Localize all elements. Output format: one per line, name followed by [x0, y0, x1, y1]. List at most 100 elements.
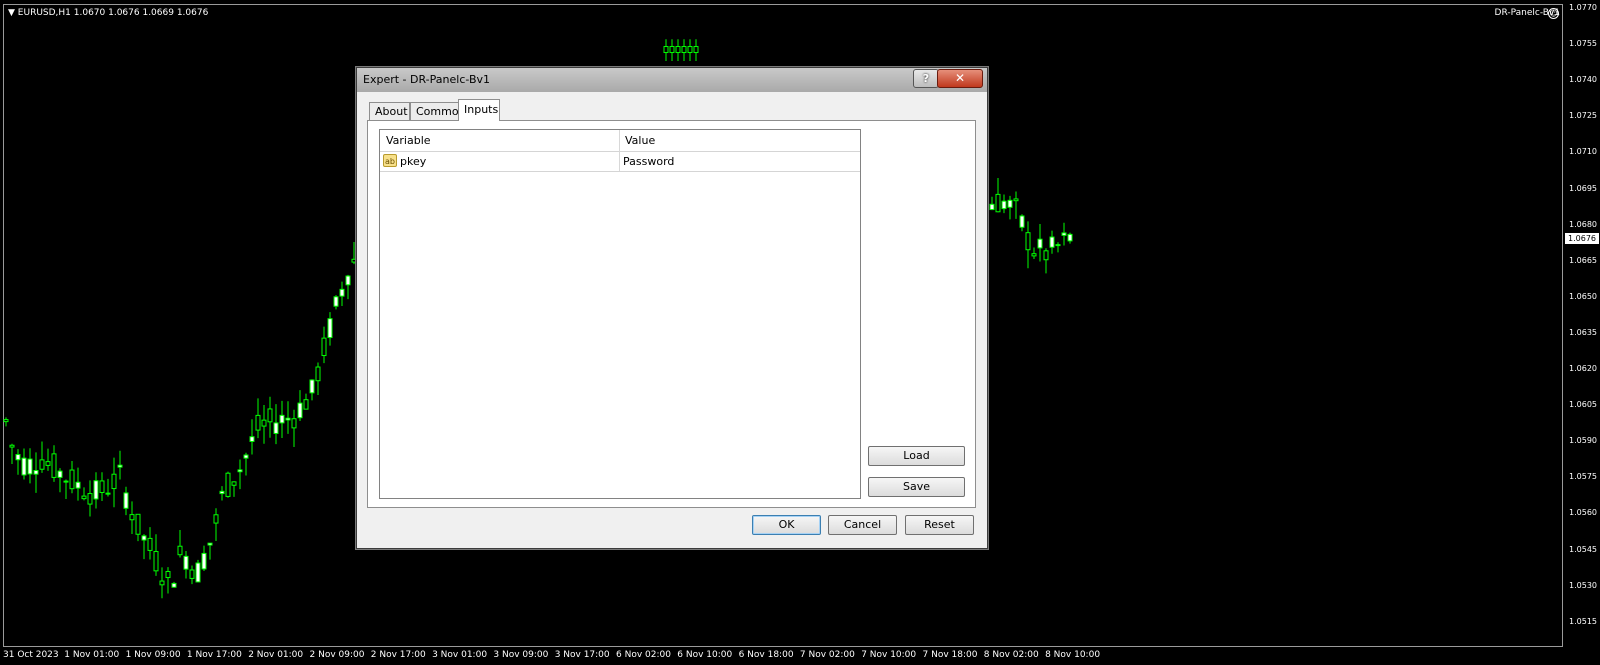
load-button[interactable]: Load — [868, 446, 965, 466]
price-tick-label: 1.0605 — [1569, 400, 1597, 410]
candle-body — [687, 46, 693, 54]
candle-body — [1055, 244, 1061, 247]
price-tick-label: 1.0755 — [1569, 39, 1597, 49]
price-axis: 1.0770 1.0755 1.0740 1.0725 1.0710 1.0695 1.06… — [1566, 0, 1600, 665]
candle-body — [285, 417, 291, 421]
candle-body — [669, 46, 675, 54]
time-tick-label: 7 Nov 02:00 — [799, 650, 855, 660]
candle-body — [675, 46, 681, 54]
candle-body — [15, 454, 21, 461]
price-tick-label: 1.0695 — [1569, 183, 1597, 193]
price-tick-label: 1.0620 — [1569, 364, 1597, 373]
ok-button[interactable]: OK — [752, 515, 821, 535]
reset-button[interactable]: Reset — [905, 515, 974, 535]
candle-body — [297, 402, 303, 419]
time-tick-label: 6 Nov 18:00 — [738, 650, 794, 660]
candle-body — [1061, 232, 1067, 236]
time-tick-label: 8 Nov 02:00 — [983, 650, 1039, 660]
inputs-grid[interactable]: Variable Value ab pkey Password — [379, 129, 861, 499]
candle-body — [135, 513, 141, 535]
candle-body — [219, 490, 225, 495]
candle-body — [39, 459, 45, 470]
expert-properties-dialog: Expert - DR-Panelc-Bv1 ? ✕ About Common … — [356, 67, 988, 549]
symbol-info-text: EURUSD,H1 1.0670 1.0676 1.0669 1.0676 — [17, 8, 209, 18]
dialog-titlebar[interactable]: Expert - DR-Panelc-Bv1 ? ✕ — [357, 68, 987, 92]
candle-body — [33, 470, 39, 475]
time-tick-label: 3 Nov 09:00 — [493, 650, 549, 660]
candle-body — [141, 535, 147, 541]
current-price-label: 1.0676 — [1565, 233, 1599, 244]
dialog-title: Expert - DR-Panelc-Bv1 — [363, 73, 490, 86]
time-tick-label: 1 Nov 17:00 — [186, 650, 242, 660]
candle-body — [99, 480, 105, 493]
candle-body — [995, 193, 1001, 213]
candle-body — [339, 288, 345, 297]
candle-body — [309, 379, 315, 394]
close-icon: ✕ — [954, 71, 966, 85]
time-tick-label: 3 Nov 17:00 — [554, 650, 610, 660]
candle-body — [117, 464, 123, 468]
candle-body — [81, 495, 87, 500]
value-cell[interactable]: Password — [623, 155, 674, 168]
save-button[interactable]: Save — [868, 477, 965, 497]
candle-body — [273, 422, 279, 434]
candle-body — [45, 461, 51, 466]
candle-body — [693, 46, 699, 54]
candle-body — [1043, 250, 1049, 261]
candle-body — [1037, 238, 1043, 249]
candle-body — [327, 318, 333, 339]
candle-body — [207, 542, 213, 546]
candle-body — [147, 537, 153, 551]
time-tick-label: 3 Nov 01:00 — [432, 650, 488, 660]
candle-body — [1049, 236, 1055, 248]
time-tick-label: 1 Nov 09:00 — [125, 650, 181, 660]
candle-body — [345, 275, 351, 286]
candle-body — [267, 408, 273, 423]
column-header-variable[interactable]: Variable — [386, 134, 431, 147]
table-row[interactable]: ab pkey Password — [380, 152, 860, 172]
time-tick-label: 7 Nov 10:00 — [861, 650, 917, 660]
help-button[interactable]: ? — [913, 69, 939, 88]
tab-common[interactable]: Common — [410, 102, 466, 120]
ea-smiley-icon[interactable]: ☺ — [1548, 8, 1559, 19]
candle-body — [291, 418, 297, 429]
candle-body — [21, 457, 27, 476]
candle-body — [93, 480, 99, 500]
candle-body — [3, 419, 9, 423]
candle-body — [63, 480, 69, 483]
chart-menu-triangle-icon[interactable]: ▼ — [8, 8, 15, 18]
candle-body — [189, 569, 195, 579]
candle-body — [69, 469, 75, 490]
candle-body — [333, 296, 339, 307]
time-tick-label: 7 Nov 18:00 — [922, 650, 978, 660]
candle-body — [165, 570, 171, 579]
candle-body — [213, 514, 219, 524]
candle-body — [1067, 233, 1073, 242]
column-header-value[interactable]: Value — [625, 134, 655, 147]
price-tick-label: 1.0665 — [1569, 255, 1597, 265]
tab-about[interactable]: About — [369, 102, 410, 120]
price-tick-label: 1.0575 — [1569, 472, 1597, 482]
candle-body — [177, 545, 183, 556]
candle-body — [1019, 215, 1025, 228]
candle-body — [201, 552, 207, 570]
tab-inputs[interactable]: Inputs — [458, 99, 500, 121]
time-tick-label: 2 Nov 09:00 — [309, 650, 365, 660]
time-tick-label: 2 Nov 17:00 — [370, 650, 426, 660]
candle-body — [225, 472, 231, 497]
cancel-button[interactable]: Cancel — [828, 515, 897, 535]
price-tick-label: 1.0710 — [1569, 147, 1597, 157]
close-button[interactable]: ✕ — [937, 69, 983, 88]
symbol-info: ▼ EURUSD,H1 1.0670 1.0676 1.0669 1.0676 — [8, 8, 208, 18]
variable-cell: pkey — [400, 155, 427, 168]
candle-body — [75, 481, 81, 489]
ab-string-icon: ab — [383, 154, 397, 167]
candle-body — [321, 337, 327, 357]
time-tick-label: 2 Nov 01:00 — [248, 650, 304, 660]
price-tick-label: 1.0740 — [1569, 75, 1597, 85]
candle-body — [279, 414, 285, 424]
dialog-client-area: About Common Inputs Variable Value ab pk… — [361, 95, 983, 545]
price-tick-label: 1.0545 — [1569, 544, 1597, 554]
price-tick-label: 1.0680 — [1569, 219, 1597, 229]
time-tick-label: 6 Nov 10:00 — [677, 650, 733, 660]
